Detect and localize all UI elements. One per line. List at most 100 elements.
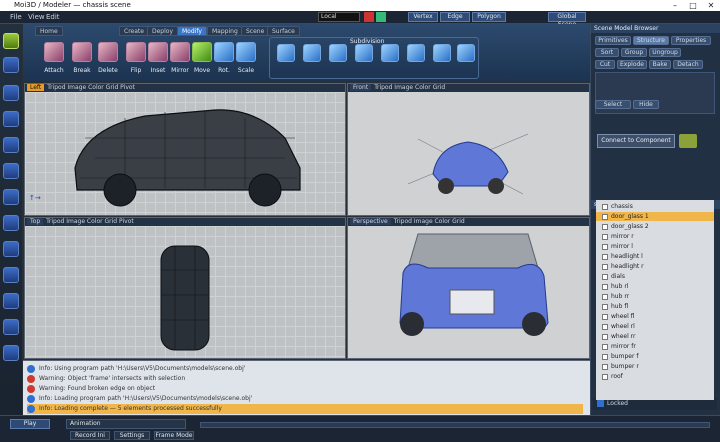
- visibility-checkbox[interactable]: [602, 333, 608, 340]
- ungroup-button[interactable]: Ungroup: [649, 48, 681, 57]
- viewport-menu[interactable]: Tripod Image Color Grid: [394, 218, 465, 225]
- snap-icon[interactable]: [3, 267, 19, 283]
- subdiv-face-icon[interactable]: [329, 44, 347, 62]
- tree-item[interactable]: door_glass 2: [596, 222, 714, 231]
- connect-component-button[interactable]: Connect to Component: [597, 134, 675, 148]
- visibility-checkbox[interactable]: [602, 243, 608, 250]
- scale-icon[interactable]: [3, 137, 19, 153]
- tab-surface[interactable]: Surface: [267, 26, 300, 36]
- tree-item[interactable]: wheel fl: [596, 312, 714, 321]
- frame-mode-button[interactable]: Frame Mode: [154, 431, 194, 440]
- tab-primitives[interactable]: Primitives: [595, 36, 631, 45]
- tree-item[interactable]: door_glass 1: [596, 212, 714, 221]
- move-icon[interactable]: [3, 111, 19, 127]
- viewport-name[interactable]: Perspective: [350, 218, 391, 225]
- subdiv-loop-icon[interactable]: [381, 44, 399, 62]
- menu-view[interactable]: View: [28, 13, 45, 21]
- visibility-checkbox[interactable]: [602, 283, 608, 290]
- add-icon[interactable]: [3, 33, 19, 49]
- tab-properties[interactable]: Properties: [671, 36, 711, 45]
- delete-button[interactable]: Delete: [97, 40, 119, 78]
- group-button[interactable]: Group: [621, 48, 647, 57]
- timeline-track[interactable]: [200, 422, 710, 428]
- visibility-checkbox[interactable]: [602, 303, 608, 310]
- paint-icon[interactable]: [3, 345, 19, 361]
- tree-item[interactable]: chassis: [596, 202, 714, 211]
- tab-modify[interactable]: Modify: [177, 26, 207, 36]
- global-scene-button[interactable]: Global Scene: [548, 12, 586, 28]
- close-button[interactable]: ✕: [702, 0, 720, 11]
- rotate-icon[interactable]: [3, 85, 19, 101]
- visibility-checkbox[interactable]: [602, 363, 608, 370]
- tree-item[interactable]: hub fl: [596, 302, 714, 311]
- tree-item[interactable]: mirror fr: [596, 342, 714, 351]
- sort-button[interactable]: Sort: [595, 48, 619, 57]
- settings-button[interactable]: Settings: [114, 431, 150, 440]
- log-line-selected[interactable]: Info: Loading complete — 5 elements proc…: [27, 404, 583, 414]
- menu-edit[interactable]: Edit: [46, 13, 60, 21]
- tree-item[interactable]: dials: [596, 272, 714, 281]
- visibility-checkbox[interactable]: [602, 233, 608, 240]
- tab-scene[interactable]: Scene: [241, 26, 270, 36]
- visibility-checkbox[interactable]: [602, 213, 608, 220]
- select-icon[interactable]: [3, 57, 19, 73]
- viewport-menu[interactable]: Tripod Image Color Grid Pivot: [47, 84, 135, 91]
- confirm-icon[interactable]: [679, 134, 697, 148]
- menu-file[interactable]: File: [10, 13, 22, 21]
- mirror-icon[interactable]: [3, 293, 19, 309]
- visibility-checkbox[interactable]: [602, 373, 608, 380]
- bake-button[interactable]: Bake: [649, 60, 671, 69]
- subdiv-bevel-icon[interactable]: [433, 44, 451, 62]
- subdiv-edge-icon[interactable]: [303, 44, 321, 62]
- subdiv-crease-icon[interactable]: [407, 44, 425, 62]
- visibility-checkbox[interactable]: [602, 253, 608, 260]
- subdiv-weld-icon[interactable]: [457, 44, 475, 62]
- close-x-icon[interactable]: [364, 12, 374, 22]
- visibility-checkbox[interactable]: [602, 343, 608, 350]
- viewport-name[interactable]: Left: [27, 84, 45, 91]
- tree-item[interactable]: mirror l: [596, 242, 714, 251]
- tab-mapping[interactable]: Mapping: [207, 26, 243, 36]
- detach-button[interactable]: Detach: [673, 60, 703, 69]
- viewport-menu[interactable]: Tripod Image Color Grid: [374, 84, 445, 91]
- tree-item[interactable]: wheel rr: [596, 332, 714, 341]
- lock-icon[interactable]: [376, 12, 386, 22]
- minimize-button[interactable]: –: [666, 0, 684, 11]
- viewport-name[interactable]: Top: [27, 218, 44, 225]
- viewport-perspective[interactable]: Perspective Tripod Image Color Grid: [347, 217, 590, 359]
- polygon-mode-button[interactable]: Polygon: [472, 12, 506, 22]
- tree-item[interactable]: hub rr: [596, 292, 714, 301]
- play-button[interactable]: Play: [10, 419, 50, 429]
- coordinate-dropdown[interactable]: Local: [318, 12, 360, 22]
- tab-deploy[interactable]: Deploy: [147, 26, 179, 36]
- cube-icon[interactable]: [3, 189, 19, 205]
- tree-item[interactable]: hub rl: [596, 282, 714, 291]
- tree-item[interactable]: bumper f: [596, 352, 714, 361]
- break-button[interactable]: Break: [71, 40, 93, 78]
- select-button[interactable]: Select: [595, 100, 631, 109]
- cut-button[interactable]: Cut: [595, 60, 615, 69]
- tree-item[interactable]: wheel rl: [596, 322, 714, 331]
- viewport-name[interactable]: Front: [350, 84, 372, 91]
- tree-item[interactable]: roof: [596, 372, 714, 381]
- grid-icon[interactable]: [3, 215, 19, 231]
- viewport-menu[interactable]: Tripod Image Color Grid Pivot: [46, 218, 134, 225]
- sphere-icon[interactable]: [3, 241, 19, 257]
- tab-create[interactable]: Create: [119, 26, 149, 36]
- attach-button[interactable]: Attach: [43, 40, 65, 78]
- lock-icon[interactable]: [597, 400, 604, 407]
- viewport-front[interactable]: Front Tripod Image Color Grid: [347, 83, 590, 216]
- animation-field[interactable]: Animation: [66, 419, 186, 429]
- subdiv-cube-icon[interactable]: [277, 44, 295, 62]
- hide-button[interactable]: Hide: [633, 100, 659, 109]
- tree-item[interactable]: mirror r: [596, 232, 714, 241]
- tab-home[interactable]: Home: [35, 26, 63, 36]
- visibility-checkbox[interactable]: [602, 293, 608, 300]
- visibility-checkbox[interactable]: [602, 203, 608, 210]
- explode-button[interactable]: Explode: [617, 60, 647, 69]
- pen-icon[interactable]: [3, 163, 19, 179]
- tree-item[interactable]: headlight l: [596, 252, 714, 261]
- scale-button[interactable]: Scale: [235, 40, 257, 78]
- visibility-checkbox[interactable]: [602, 263, 608, 270]
- visibility-checkbox[interactable]: [602, 273, 608, 280]
